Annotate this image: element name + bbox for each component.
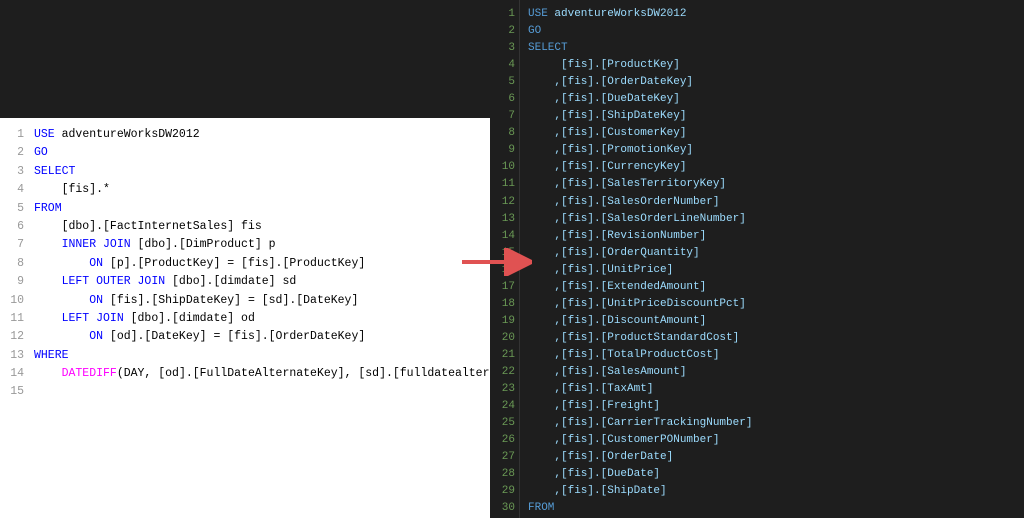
left-code-container: 123456789101112131415 USE adventureWorks… xyxy=(0,118,490,518)
left-panel: 123456789101112131415 USE adventureWorks… xyxy=(0,0,490,518)
arrow-icon xyxy=(462,248,532,276)
right-panel: 1234567891011121314151617181920212223242… xyxy=(490,0,1024,518)
left-line-numbers: 123456789101112131415 xyxy=(0,118,28,518)
left-code-box: 123456789101112131415 USE adventureWorks… xyxy=(0,118,490,518)
main-layout: 123456789101112131415 USE adventureWorks… xyxy=(0,0,1024,518)
left-top-dark xyxy=(0,0,490,118)
left-code-content: USE adventureWorksDW2012GOSELECT [fis].*… xyxy=(28,118,490,518)
right-code-wrapper[interactable]: 1234567891011121314151617181920212223242… xyxy=(490,0,1024,518)
arrow-container xyxy=(462,248,532,280)
right-code-content: USE adventureWorksDW2012GOSELECT [fis].[… xyxy=(520,0,1024,518)
